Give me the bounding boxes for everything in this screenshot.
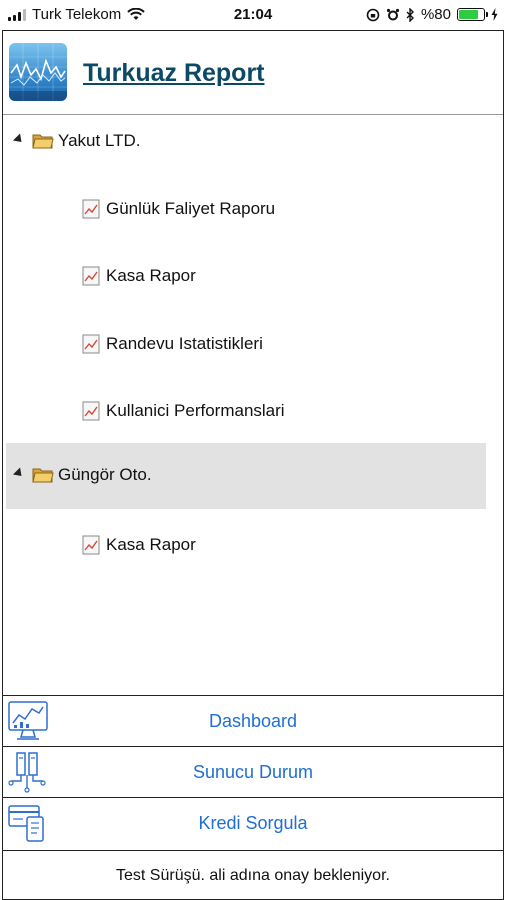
carrier-label: Turk Telekom: [32, 6, 122, 23]
battery-icon: [457, 8, 488, 21]
tree-item-kullanici-performanslari[interactable]: Kullanici Performanslari: [6, 378, 486, 444]
expand-arrow-icon[interactable]: [12, 467, 26, 480]
tree-item-kasa-rapor-2[interactable]: Kasa Rapor: [6, 512, 486, 578]
app-frame: Turkuaz Report Yakut LTD. Günlük Faliyet…: [2, 30, 504, 900]
alarm-icon: [386, 8, 400, 20]
credit-check-label: Kredi Sorgula: [198, 812, 308, 833]
report-tree: Yakut LTD. Günlük Faliyet Raporu Kasa Ra…: [3, 115, 503, 695]
tree-item-label: Kasa Rapor: [106, 266, 196, 285]
bluetooth-icon: [406, 7, 414, 22]
status-right: %80: [366, 6, 498, 23]
status-message: Test Sürüşü. ali adına onay bekleniyor.: [3, 850, 503, 900]
app-header: Turkuaz Report: [3, 31, 503, 115]
tree-item-label: Kullanici Performanslari: [106, 401, 285, 420]
folder-icon: [32, 468, 54, 483]
tree-group-yakut[interactable]: Yakut LTD.: [6, 109, 486, 175]
expand-arrow-icon[interactable]: [12, 133, 26, 146]
tree-group-label: Güngör Oto.: [58, 465, 152, 484]
folder-icon: [32, 134, 54, 149]
server-icon: [8, 752, 46, 793]
page-title[interactable]: Turkuaz Report: [83, 59, 265, 88]
status-bar: Turk Telekom 21:04 %80: [0, 0, 506, 30]
report-icon: [82, 199, 100, 219]
server-status-label: Sunucu Durum: [192, 761, 314, 782]
report-icon: [82, 334, 100, 354]
tree-item-kasa-rapor[interactable]: Kasa Rapor: [6, 243, 486, 309]
dashboard-button[interactable]: Dashboard: [3, 695, 503, 746]
dashboard-icon: [8, 701, 48, 740]
server-status-button[interactable]: Sunucu Durum: [3, 746, 503, 797]
tree-group-label: Yakut LTD.: [58, 131, 141, 150]
stock-chart-icon: [9, 43, 67, 101]
tree-item-label: Randevu Istatistikleri: [106, 334, 263, 353]
tree-item-label: Günlük Faliyet Raporu: [106, 199, 276, 218]
credit-check-button[interactable]: Kredi Sorgula: [3, 797, 503, 848]
report-icon: [82, 266, 100, 286]
report-icon: [82, 401, 100, 421]
status-left: Turk Telekom: [8, 6, 145, 23]
tree-item-label: Kasa Rapor: [106, 535, 196, 554]
rotation-lock-icon: [366, 8, 380, 21]
report-icon: [82, 535, 100, 555]
tree-item-randevu-istatistikleri[interactable]: Randevu Istatistikleri: [6, 311, 486, 377]
signal-icon: [8, 8, 26, 21]
charging-icon: [491, 8, 498, 21]
tree-item-gunluk-faliyet[interactable]: Günlük Faliyet Raporu: [6, 176, 486, 242]
wifi-icon: [127, 8, 145, 20]
credit-card-icon: [8, 805, 44, 842]
dashboard-label: Dashboard: [208, 710, 298, 731]
battery-percent: %80: [420, 6, 451, 23]
tree-group-gungor[interactable]: Güngör Oto.: [6, 443, 486, 509]
